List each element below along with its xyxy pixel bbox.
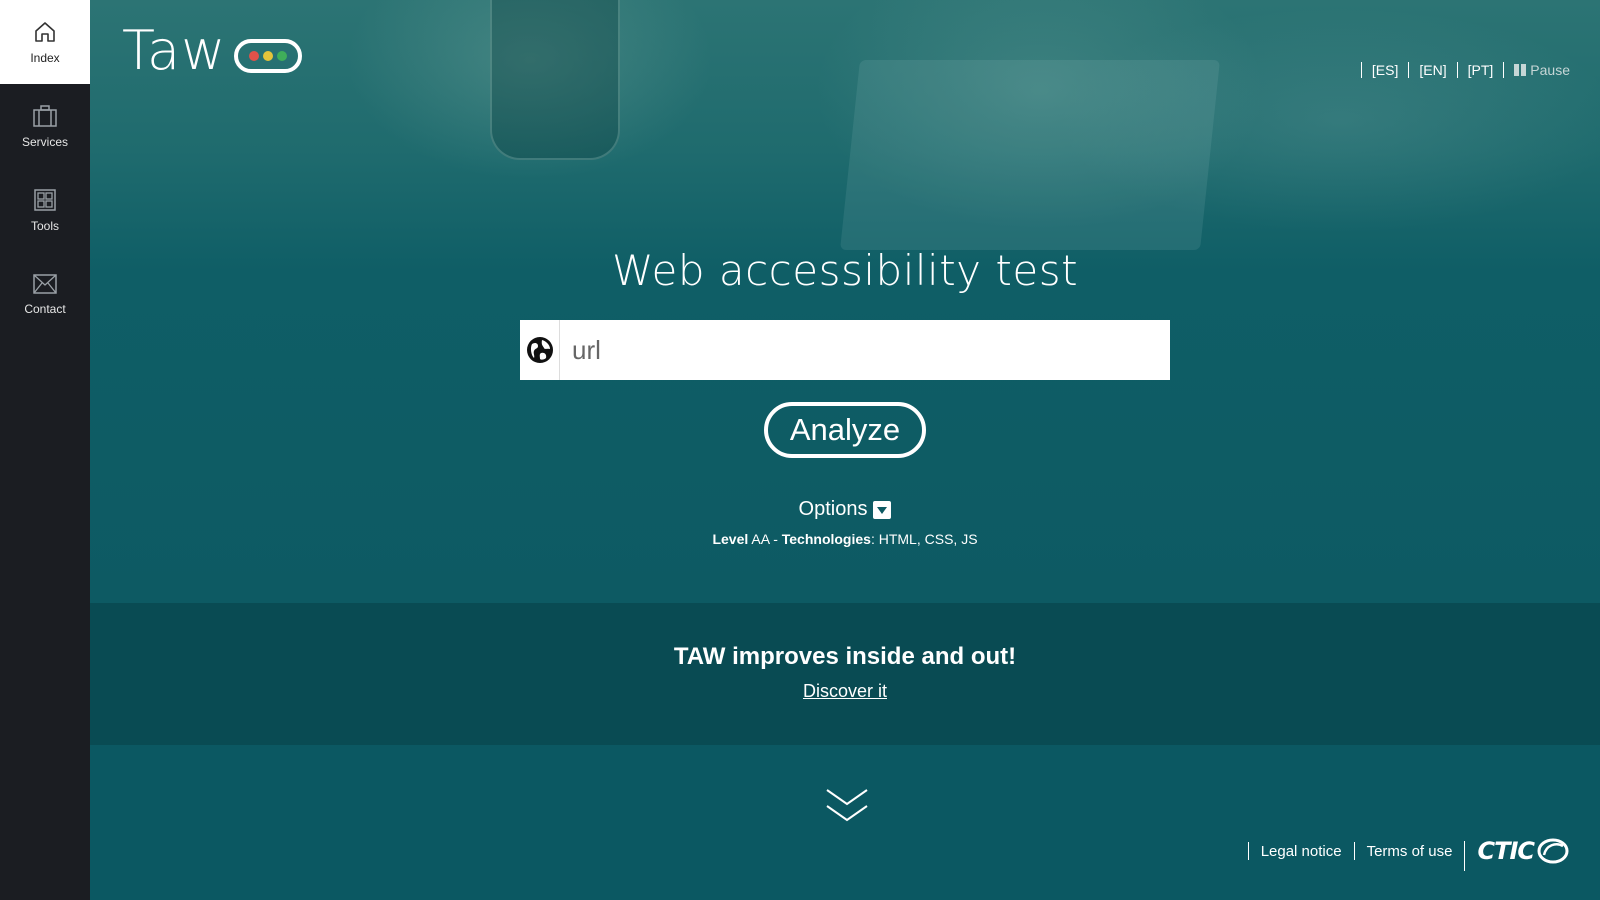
background-photo-glass bbox=[490, 0, 620, 160]
terms-of-use-link[interactable]: Terms of use bbox=[1367, 843, 1453, 860]
lang-en-link[interactable]: [EN] bbox=[1419, 62, 1446, 78]
sidebar-item-services[interactable]: Services bbox=[0, 84, 90, 168]
ctic-swirl-icon bbox=[1537, 838, 1569, 864]
discover-link[interactable]: Discover it bbox=[803, 681, 887, 701]
technologies-label: Technologies bbox=[781, 531, 871, 547]
sidebar-item-label: Tools bbox=[30, 219, 59, 233]
options-summary: Level AA - Technologies: HTML, CSS, JS bbox=[90, 531, 1600, 547]
pause-icon bbox=[1514, 64, 1527, 76]
sidebar-item-contact[interactable]: Contact bbox=[0, 252, 90, 336]
options-toggle[interactable]: Options bbox=[90, 498, 1600, 521]
sidebar-item-index[interactable]: Index bbox=[0, 0, 90, 84]
level-value: AA - bbox=[748, 531, 782, 547]
pause-label: Pause bbox=[1530, 62, 1570, 78]
technologies-value: : HTML, CSS, JS bbox=[870, 531, 978, 547]
home-icon bbox=[32, 19, 58, 45]
scroll-down-icon[interactable] bbox=[825, 787, 869, 830]
briefcase-icon bbox=[31, 103, 59, 129]
page-title: Web accessibility test bbox=[611, 246, 1079, 295]
sidebar-item-label: Contact bbox=[24, 302, 66, 316]
chevron-down-icon bbox=[873, 500, 892, 519]
grid-icon bbox=[32, 187, 58, 213]
promo-title: TAW improves inside and out! bbox=[673, 643, 1017, 670]
sidebar-item-label: Index bbox=[30, 51, 60, 65]
background-photo-paper bbox=[840, 60, 1220, 250]
sidebar-item-label: Services bbox=[21, 135, 68, 149]
ctic-logo-text: CTIC bbox=[1477, 837, 1535, 865]
traffic-light-icon bbox=[234, 39, 303, 73]
envelope-icon bbox=[31, 272, 59, 296]
pause-button[interactable]: Pause bbox=[1514, 62, 1570, 78]
bottom-section: Legal notice Terms of use CTIC bbox=[90, 745, 1600, 900]
sidebar-item-tools[interactable]: Tools bbox=[0, 168, 90, 252]
language-bar: [ES] [EN] [PT] Pause bbox=[1351, 62, 1570, 78]
taw-logo[interactable]: Taw bbox=[122, 19, 303, 82]
legal-notice-link[interactable]: Legal notice bbox=[1261, 843, 1342, 860]
url-input[interactable] bbox=[560, 320, 1170, 380]
ctic-logo[interactable]: CTIC bbox=[1477, 837, 1570, 865]
analyze-button[interactable]: Analyze bbox=[764, 402, 926, 458]
url-form bbox=[520, 320, 1170, 380]
lang-es-link[interactable]: [ES] bbox=[1372, 62, 1398, 78]
level-label: Level bbox=[712, 531, 749, 547]
footer-links: Legal notice Terms of use CTIC bbox=[1236, 831, 1570, 871]
sidebar-nav: Index Services Tools Contact bbox=[0, 0, 90, 900]
logo-text: Taw bbox=[122, 19, 227, 82]
promo-band: TAW improves inside and out! Discover it bbox=[90, 603, 1600, 745]
options-label: Options bbox=[798, 498, 868, 520]
lang-pt-link[interactable]: [PT] bbox=[1468, 62, 1494, 78]
globe-icon bbox=[520, 320, 560, 380]
